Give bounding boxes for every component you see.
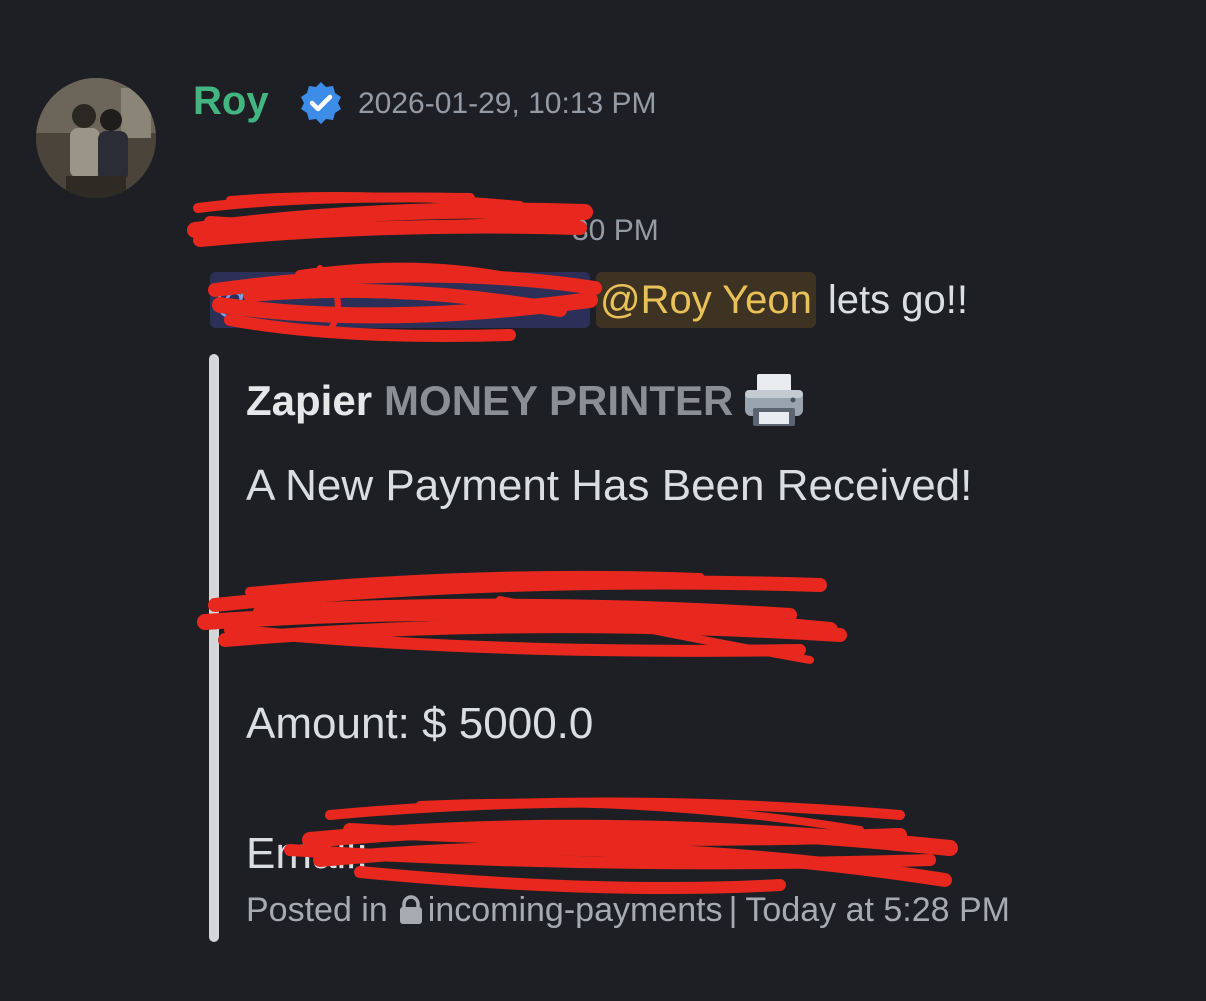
footer-separator: | [728,891,738,929]
message-text: lets go!! [827,278,968,322]
reply-timestamp: 30 PM [572,214,659,247]
verified-badge-icon [301,82,341,124]
embed-footer: Posted in incoming-payments | Today at 5… [246,888,1010,932]
email-label: Email: [246,829,369,878]
redacted-mention[interactable]: @ [210,272,590,328]
redaction-reply-header [187,192,593,247]
embed-author-description: MONEY PRINTER [384,377,734,424]
user-mention[interactable]: @Roy Yeon [596,272,816,328]
embed-field-email: Email: [246,826,368,882]
redaction-name-field [197,570,847,664]
embed-title: A New Payment Has Been Received! [246,461,973,510]
message-timestamp: 2026-01-29, 10:13 PM [358,87,657,120]
embed-author-name: Zapier [246,377,373,424]
avatar[interactable] [36,78,156,198]
author-name[interactable]: Roy [193,76,269,126]
lock-icon [399,895,422,924]
embed-accent-bar [209,354,219,942]
footer-channel-link[interactable]: incoming-payments [428,888,723,932]
footer-posted-in: Posted in [246,891,388,929]
footer-time: Today at 5:28 PM [745,891,1011,929]
message-content: @ @Roy Yeon lets go!! [210,272,968,328]
embed-field-amount: Amount: $ 5000.0 [246,699,594,748]
printer-icon [745,374,804,426]
redaction-email-value [284,797,958,895]
embed-author: Zapier MONEY PRINTER [246,372,807,430]
